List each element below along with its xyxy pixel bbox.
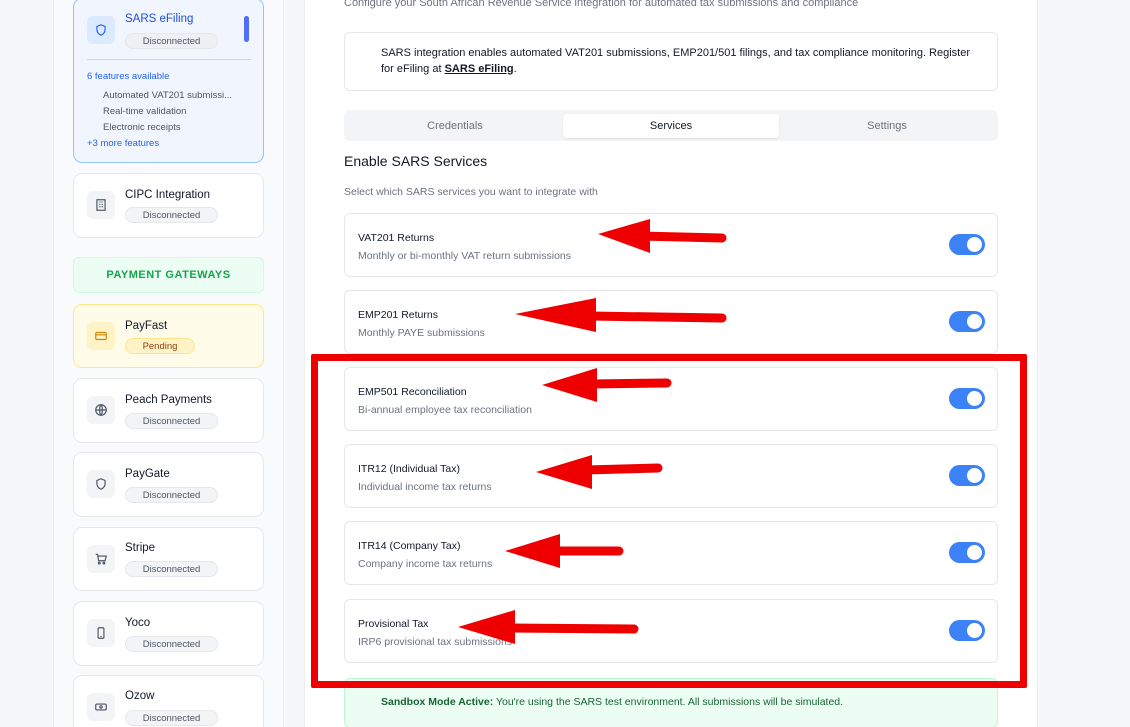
sandbox-text: Sandbox Mode Active: You're using the SA… (381, 696, 843, 708)
service-title: VAT201 Returns (358, 232, 435, 244)
sidebar-item-label: PayFast (125, 320, 168, 332)
status-badge: Disconnected (125, 207, 218, 223)
sidebar-item-ozow[interactable]: Ozow Disconnected (73, 675, 264, 727)
page-description: Configure your South African Revenue Ser… (344, 0, 859, 9)
credit-card-icon (87, 322, 115, 350)
features-count: 6 features available (87, 71, 170, 82)
toggle-knob (967, 314, 982, 329)
status-badge: Disconnected (125, 413, 218, 429)
sidebar-item-label: PayGate (125, 468, 170, 480)
status-badge: Pending (125, 338, 195, 354)
shield-icon (87, 16, 115, 44)
section-header-payment-gateways: PAYMENT GATEWAYS (73, 257, 264, 293)
sidebar-item-payfast[interactable]: PayFast Pending (73, 304, 264, 368)
status-badge: Disconnected (125, 33, 218, 49)
tab-settings[interactable]: Settings (780, 114, 994, 138)
info-text: SARS integration enables automated VAT20… (381, 45, 981, 77)
toggle-knob (967, 237, 982, 252)
tab-credentials[interactable]: Credentials (348, 114, 562, 138)
sidebar-item-label: Ozow (125, 690, 155, 702)
sidebar-item-label: CIPC Integration (125, 189, 211, 201)
banknote-icon (87, 693, 115, 721)
service-row-vat201: VAT201 Returns Monthly or bi-monthly VAT… (344, 213, 998, 277)
status-badge: Disconnected (125, 636, 218, 652)
section-subtitle: Select which SARS services you want to i… (344, 186, 598, 198)
scroll-indicator (244, 16, 249, 42)
tab-bar: Credentials Services Settings (344, 110, 998, 141)
tab-services[interactable]: Services (563, 114, 779, 138)
vat201-toggle[interactable] (949, 234, 985, 255)
feature-item: Automated VAT201 submissi... (103, 90, 233, 101)
globe-icon (87, 396, 115, 424)
sars-efiling-link[interactable]: SARS eFiling (445, 63, 514, 75)
sidebar-item-label: Yoco (125, 617, 151, 629)
service-description: Monthly PAYE submissions (358, 327, 485, 339)
feature-item: Electronic receipts (103, 122, 181, 133)
cart-icon (87, 545, 115, 573)
service-row-emp201: EMP201 Returns Monthly PAYE submissions (344, 290, 998, 354)
emp201-toggle[interactable] (949, 311, 985, 332)
sidebar-item-cipc[interactable]: CIPC Integration Disconnected (73, 173, 264, 238)
sidebar-item-label: Stripe (125, 542, 156, 554)
status-badge: Disconnected (125, 561, 218, 577)
shield-icon (87, 470, 115, 498)
sandbox-message: You're using the SARS test environment. … (493, 696, 844, 708)
status-badge: Disconnected (125, 487, 218, 503)
sidebar-item-sars-efiling[interactable]: SARS eFiling Disconnected 6 features ava… (73, 0, 264, 163)
service-description: Monthly or bi-monthly VAT return submiss… (358, 250, 571, 262)
sidebar-item-peach-payments[interactable]: Peach Payments Disconnected (73, 378, 264, 443)
more-features-link[interactable]: +3 more features (87, 138, 159, 149)
sidebar-item-paygate[interactable]: PayGate Disconnected (73, 452, 264, 517)
section-title: Enable SARS Services (344, 153, 488, 169)
status-badge: Disconnected (125, 710, 218, 726)
building-icon (87, 191, 115, 219)
sidebar-item-stripe[interactable]: Stripe Disconnected (73, 527, 264, 591)
info-box: SARS integration enables automated VAT20… (344, 32, 998, 91)
info-text-suffix: . (513, 63, 517, 75)
phone-icon (87, 619, 115, 647)
service-title: EMP201 Returns (358, 309, 438, 321)
sidebar-item-yoco[interactable]: Yoco Disconnected (73, 601, 264, 666)
feature-item: Real-time validation (103, 106, 187, 117)
annotation-highlight-box (311, 354, 1027, 688)
divider (87, 59, 251, 60)
sidebar-item-label: SARS eFiling (125, 13, 194, 25)
sandbox-label: Sandbox Mode Active: (381, 696, 494, 708)
sidebar-item-label: Peach Payments (125, 394, 212, 406)
